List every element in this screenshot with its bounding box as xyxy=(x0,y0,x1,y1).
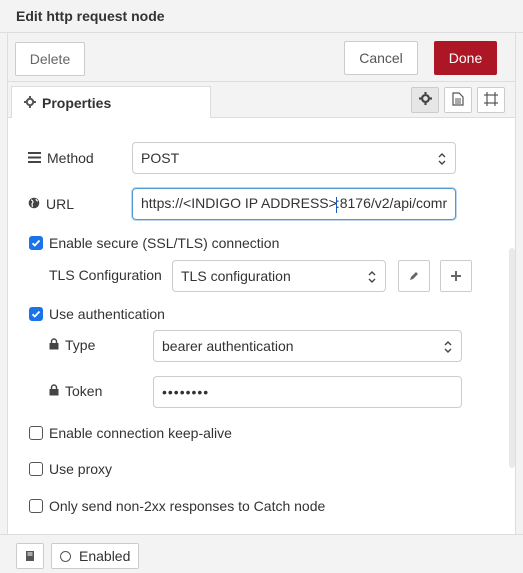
cancel-button[interactable]: Cancel xyxy=(344,41,418,75)
delete-button[interactable]: Delete xyxy=(15,42,85,76)
method-select[interactable]: POST xyxy=(132,142,456,174)
dialog-header: Edit http request node xyxy=(0,0,523,33)
url-value: https://<INDIGO IP ADDRESS>:8176/v2/api/… xyxy=(141,195,455,213)
plus-icon xyxy=(451,271,461,281)
keepalive-label: Enable connection keep-alive xyxy=(49,425,232,441)
globe-icon xyxy=(28,196,40,212)
pencil-icon xyxy=(410,272,418,280)
gear-icon xyxy=(24,95,36,111)
chevron-updown-icon xyxy=(444,341,452,353)
url-input[interactable]: https://<INDIGO IP ADDRESS>:8176/v2/api/… xyxy=(132,188,456,220)
chevron-updown-icon xyxy=(438,153,446,165)
proxy-checkbox-row[interactable]: Use proxy xyxy=(29,461,112,477)
lock-icon xyxy=(49,383,59,399)
tls-checkbox[interactable] xyxy=(29,236,43,250)
circle-icon xyxy=(60,550,71,562)
tls-config-label: TLS Configuration xyxy=(49,267,162,283)
check-icon xyxy=(31,239,41,247)
tls-checkbox-label: Enable secure (SSL/TLS) connection xyxy=(49,235,280,251)
help-button[interactable] xyxy=(16,543,44,569)
dialog-toolbar: Delete Cancel Done xyxy=(8,33,515,82)
method-value: POST xyxy=(141,150,180,166)
url-value-end: :8176/v2/api/comr xyxy=(335,195,448,212)
enabled-toggle[interactable]: Enabled xyxy=(51,543,139,569)
book-icon xyxy=(26,551,34,561)
tab-bar: Properties xyxy=(8,82,515,119)
tab-properties[interactable]: Properties xyxy=(11,86,211,119)
non2xx-checkbox[interactable] xyxy=(29,499,43,513)
tab-properties-label: Properties xyxy=(42,95,112,111)
auth-checkbox-label: Use authentication xyxy=(49,306,165,322)
keepalive-checkbox-row[interactable]: Enable connection keep-alive xyxy=(29,425,232,441)
enabled-label: Enabled xyxy=(79,548,131,564)
url-label-row: URL xyxy=(28,196,74,212)
url-value-start: https://<INDIGO IP ADDRESS> xyxy=(141,195,337,212)
token-value: •••••••• xyxy=(162,384,210,400)
method-label-row: Method xyxy=(28,150,94,166)
url-label: URL xyxy=(46,196,75,212)
done-button[interactable]: Done xyxy=(434,41,497,75)
edit-tls-button[interactable] xyxy=(398,260,430,292)
auth-checkbox-row[interactable]: Use authentication xyxy=(29,306,165,322)
scrollbar[interactable] xyxy=(509,248,515,468)
auth-type-select[interactable]: bearer authentication xyxy=(153,330,462,362)
frame-icon xyxy=(484,91,498,109)
lock-icon xyxy=(49,337,59,353)
file-text-icon xyxy=(452,91,464,109)
tls-config-select[interactable]: TLS configuration xyxy=(172,260,386,292)
left-edge xyxy=(0,33,8,534)
auth-checkbox[interactable] xyxy=(29,307,43,321)
token-label-row: Token xyxy=(49,383,102,399)
token-label: Token xyxy=(65,383,103,399)
non2xx-checkbox-row[interactable]: Only send non-2xx responses to Catch nod… xyxy=(29,498,325,514)
auth-type-label-row: Type xyxy=(49,337,95,353)
proxy-checkbox[interactable] xyxy=(29,462,43,476)
description-tab-button[interactable] xyxy=(444,87,472,113)
keepalive-checkbox[interactable] xyxy=(29,426,43,440)
tls-config-value: TLS configuration xyxy=(181,268,291,284)
dialog-title: Edit http request node xyxy=(16,8,165,24)
proxy-label: Use proxy xyxy=(49,461,113,477)
appearance-tab-button[interactable] xyxy=(477,87,505,113)
gear-icon xyxy=(418,92,432,108)
auth-type-value: bearer authentication xyxy=(162,338,294,354)
properties-panel: Method POST URL https://<INDIGO IP ADDRE… xyxy=(8,118,515,534)
check-icon xyxy=(31,310,41,318)
auth-type-label: Type xyxy=(65,337,96,353)
tls-checkbox-row[interactable]: Enable secure (SSL/TLS) connection xyxy=(29,235,279,251)
non2xx-label: Only send non-2xx responses to Catch nod… xyxy=(49,498,326,514)
chevron-updown-icon xyxy=(368,271,376,283)
settings-tab-button[interactable] xyxy=(411,87,439,113)
list-icon xyxy=(28,150,41,166)
method-label: Method xyxy=(47,150,94,166)
token-input[interactable]: •••••••• xyxy=(153,376,462,408)
add-tls-button[interactable] xyxy=(440,260,472,292)
right-edge xyxy=(515,33,523,534)
dialog-footer: Enabled xyxy=(0,534,523,573)
